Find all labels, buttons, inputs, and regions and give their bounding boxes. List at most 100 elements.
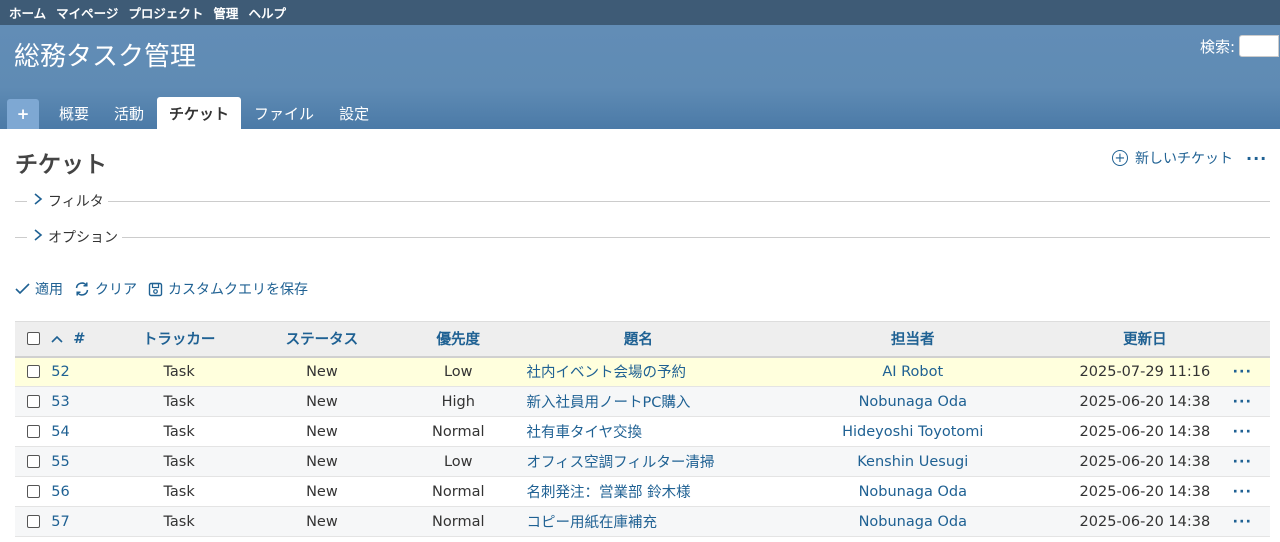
table-row[interactable]: 55 Task New Low オフィス空調フィルター清掃 Kenshin Uesugi 2… xyxy=(15,446,1270,477)
options-fieldset[interactable]: オプション xyxy=(15,227,1270,247)
row-checkbox-cell xyxy=(15,446,52,477)
tab-activity[interactable]: 活動 xyxy=(102,97,156,129)
column-id[interactable]: # xyxy=(51,322,104,357)
search-input[interactable] xyxy=(1239,35,1280,57)
new-object-button[interactable]: + xyxy=(7,99,39,129)
column-status[interactable]: ステータス xyxy=(254,322,390,357)
row-checkbox-cell xyxy=(15,386,52,417)
row-checkbox-cell xyxy=(15,356,52,387)
column-tracker[interactable]: トラッカー xyxy=(105,322,254,357)
issue-assignee-link[interactable]: Nobunaga Oda xyxy=(750,386,1076,417)
row-actions-icon[interactable]: ··· xyxy=(1214,446,1270,477)
column-updated[interactable]: 更新日 xyxy=(1075,322,1214,357)
new-issue-link[interactable]: 新しいチケット xyxy=(1135,148,1233,168)
row-actions-icon[interactable]: ··· xyxy=(1214,506,1270,537)
issue-id-link[interactable]: 55 xyxy=(51,446,105,477)
issue-priority: High xyxy=(390,386,527,417)
contextual-actions: + 新しいチケット ··· xyxy=(1112,148,1267,168)
table-row[interactable]: 53 Task New High 新入社員用ノートPC購入 Nobunaga Oda 202… xyxy=(15,386,1270,417)
row-checkbox[interactable] xyxy=(26,485,40,498)
issue-assignee-link[interactable]: Nobunaga Oda xyxy=(750,506,1076,537)
row-checkbox[interactable] xyxy=(26,455,40,468)
top-menu-admin[interactable]: 管理 xyxy=(213,3,238,22)
fieldset-line xyxy=(107,200,1270,202)
tab-settings[interactable]: 設定 xyxy=(327,97,381,129)
issue-id-link[interactable]: 53 xyxy=(51,386,105,417)
column-subject[interactable]: 題名 xyxy=(526,322,750,357)
clear-button[interactable]: クリア xyxy=(74,279,137,299)
issue-subject-link[interactable]: 社有車タイヤ交換 xyxy=(526,416,751,447)
issue-status: New xyxy=(253,386,391,417)
row-actions-icon[interactable]: ··· xyxy=(1214,356,1270,387)
issue-tracker: Task xyxy=(104,476,254,507)
top-menu-home[interactable]: ホーム xyxy=(9,3,46,22)
issue-priority: Low xyxy=(390,356,527,387)
issue-id-link[interactable]: 52 xyxy=(51,356,105,387)
column-priority[interactable]: 優先度 xyxy=(390,322,526,357)
row-checkbox[interactable] xyxy=(26,395,40,408)
top-menu-projects[interactable]: プロジェクト xyxy=(128,3,203,22)
issue-subject-link[interactable]: 新入社員用ノートPC購入 xyxy=(526,386,751,417)
options-label[interactable]: オプション xyxy=(48,227,118,247)
issue-assignee-link[interactable]: Kenshin Uesugi xyxy=(750,446,1076,477)
issue-priority: Normal xyxy=(390,506,527,537)
chevron-right-icon[interactable] xyxy=(33,193,43,209)
issue-updated: 2025-07-29 11:16 xyxy=(1075,356,1215,387)
issue-assignee-link[interactable]: AI Robot xyxy=(750,356,1076,387)
issue-id-link[interactable]: 56 xyxy=(51,476,105,507)
search-label: 検索: xyxy=(1200,37,1236,56)
issue-assignee-link[interactable]: Nobunaga Oda xyxy=(750,476,1076,507)
row-actions-icon[interactable]: ··· xyxy=(1214,386,1270,417)
row-checkbox[interactable] xyxy=(26,515,40,528)
issue-updated: 2025-06-20 14:38 xyxy=(1075,386,1215,417)
row-actions-icon[interactable]: ··· xyxy=(1214,416,1270,447)
column-assignee[interactable]: 担当者 xyxy=(750,322,1075,357)
table-header-row: # トラッカー ステータス 優先度 題名 担当者 更新日 xyxy=(15,321,1270,357)
tab-overview[interactable]: 概要 xyxy=(47,97,101,129)
header: 総務タスク管理 検索: + 概要 活動 チケット ファイル 設定 xyxy=(0,25,1280,129)
issue-status: New xyxy=(253,506,391,537)
issue-tracker: Task xyxy=(104,446,254,477)
issue-subject-link[interactable]: 名刺発注：営業部 鈴木様 xyxy=(526,476,751,507)
issue-status: New xyxy=(253,416,391,447)
chevron-up-icon[interactable] xyxy=(51,331,63,347)
main-menu: + 概要 活動 チケット ファイル 設定 xyxy=(7,97,382,129)
add-circle-icon[interactable]: + xyxy=(1112,150,1128,166)
apply-label: 適用 xyxy=(35,282,63,298)
filters-fieldset[interactable]: フィルタ xyxy=(15,191,1270,211)
table-row[interactable]: 56 Task New Normal 名刺発注：営業部 鈴木様 Nobunaga Oda 2… xyxy=(15,476,1270,507)
chevron-right-icon[interactable] xyxy=(33,229,43,245)
tab-issues[interactable]: チケット xyxy=(157,97,242,129)
column-menu xyxy=(1215,322,1270,357)
page-title: チケット xyxy=(15,152,107,178)
reload-icon xyxy=(75,282,89,296)
apply-button[interactable]: 適用 xyxy=(15,279,63,299)
issue-subject-link[interactable]: コピー用紙在庫補充 xyxy=(526,506,751,537)
issue-id-link[interactable]: 54 xyxy=(51,416,105,447)
column-id-label[interactable]: # xyxy=(73,331,85,347)
issue-priority: Normal xyxy=(390,416,527,447)
save-query-button[interactable]: カスタムクエリを保存 xyxy=(148,279,308,299)
row-actions-icon[interactable]: ··· xyxy=(1214,476,1270,507)
filters-label[interactable]: フィルタ xyxy=(48,191,104,211)
tab-files[interactable]: ファイル xyxy=(242,97,326,129)
row-checkbox[interactable] xyxy=(26,425,40,438)
issue-subject-link[interactable]: 社内イベント会場の予約 xyxy=(526,356,751,387)
table-row[interactable]: 57 Task New Normal コピー用紙在庫補充 Nobunaga Oda 2025… xyxy=(15,506,1270,537)
fieldset-line xyxy=(15,236,27,238)
top-menu-help[interactable]: ヘルプ xyxy=(248,3,286,22)
issue-priority: Low xyxy=(390,446,527,477)
save-query-label: カスタムクエリを保存 xyxy=(168,282,308,298)
table-row[interactable]: 54 Task New Normal 社有車タイヤ交換 Hideyoshi Toyotom… xyxy=(15,416,1270,447)
issue-assignee-link[interactable]: Hideyoshi Toyotomi xyxy=(750,416,1076,447)
row-checkbox-cell xyxy=(15,506,52,537)
row-checkbox[interactable] xyxy=(26,365,40,379)
top-menu-my-page[interactable]: マイページ xyxy=(56,3,118,22)
issue-subject-link[interactable]: オフィス空調フィルター清掃 xyxy=(526,446,751,477)
row-checkbox-cell xyxy=(15,416,52,447)
issue-tracker: Task xyxy=(104,356,254,387)
issue-id-link[interactable]: 57 xyxy=(51,506,105,537)
table-row[interactable]: 52 Task New Low 社内イベント会場の予約 AI Robot 2025-07-2… xyxy=(15,356,1270,387)
more-actions-icon[interactable]: ··· xyxy=(1246,149,1267,168)
select-all-checkbox[interactable] xyxy=(26,332,40,346)
